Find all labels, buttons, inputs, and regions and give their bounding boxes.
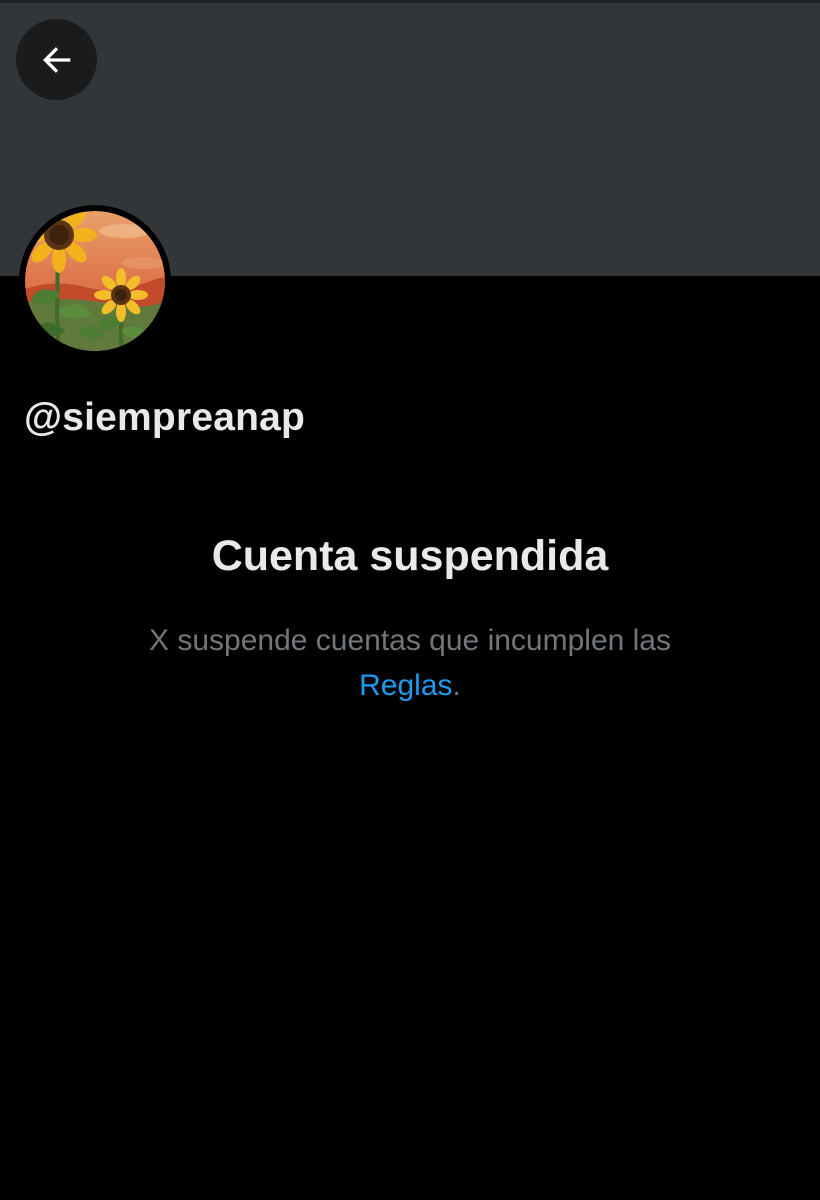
avatar[interactable] <box>25 211 165 351</box>
suspended-title: Cuenta suspendida <box>211 532 609 580</box>
back-button[interactable] <box>16 19 97 100</box>
avatar-frame <box>19 205 171 357</box>
banner-top-edge <box>0 0 820 3</box>
message-period: . <box>452 669 461 702</box>
suspended-message-text: X suspende cuentas que incumplen las <box>148 624 671 657</box>
arrow-left-icon <box>42 46 70 73</box>
suspended-message: X suspende cuentas que incumplen las Reg… <box>90 618 730 708</box>
rules-link[interactable]: Reglas <box>359 669 452 702</box>
profile-handle: @siempreanap <box>24 396 306 439</box>
